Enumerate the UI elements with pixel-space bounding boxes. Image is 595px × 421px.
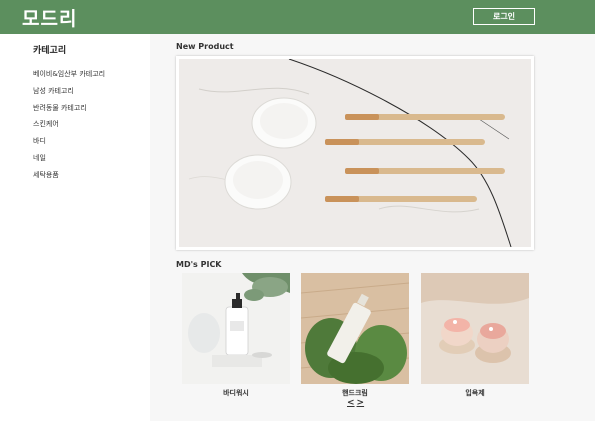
category-item-baby-maternity[interactable]: 베이비&임산부 카테고리 xyxy=(33,68,105,85)
bath-bomb-photo xyxy=(421,273,529,384)
product-label-body-wash: 바디워시 xyxy=(223,389,249,397)
body-wash-photo xyxy=(182,273,290,384)
prev-arrow-button[interactable]: < xyxy=(347,398,355,408)
sidebar-title: 카테고리 xyxy=(33,46,67,56)
new-product-banner[interactable] xyxy=(176,56,534,250)
product-label-bath-bomb: 입욕제 xyxy=(465,389,485,397)
header-bar: 모드리 로그인 xyxy=(0,0,595,34)
product-card-bath-bomb[interactable]: 입욕제 xyxy=(421,273,529,398)
md-pick-pagination: < > xyxy=(347,398,366,408)
category-sidebar: 카테고리 베이비&임산부 카테고리 남성 카테고리 반려동물 카테고리 스킨케어… xyxy=(0,34,151,421)
product-label-hand-cream: 핸드크림 xyxy=(342,389,368,397)
login-button[interactable]: 로그인 xyxy=(473,8,535,25)
product-card-body-wash[interactable]: 바디워시 xyxy=(182,273,290,398)
category-list: 베이비&임산부 카테고리 남성 카테고리 반려동물 카테고리 스킨케어 바디 네… xyxy=(33,68,105,186)
new-product-title: New Product xyxy=(176,42,234,51)
category-item-skincare[interactable]: 스킨케어 xyxy=(33,118,105,135)
hand-cream-photo xyxy=(301,273,409,384)
site-logo[interactable]: 모드리 xyxy=(22,4,77,31)
category-item-men[interactable]: 남성 카테고리 xyxy=(33,85,105,102)
category-item-body[interactable]: 바디 xyxy=(33,135,105,152)
category-item-laundry[interactable]: 세탁용품 xyxy=(33,169,105,186)
md-pick-title: MD's PICK xyxy=(176,260,222,269)
product-card-hand-cream[interactable]: 핸드크림 xyxy=(301,273,409,398)
category-item-nail[interactable]: 네일 xyxy=(33,152,105,169)
category-item-pets[interactable]: 반려동물 카테고리 xyxy=(33,102,105,119)
bamboo-toothbrush-photo xyxy=(179,59,531,247)
main-content: New Product MD's PICK 바디워시 핸드크림 입욕제 < > xyxy=(150,34,595,421)
next-arrow-button[interactable]: > xyxy=(357,398,365,408)
